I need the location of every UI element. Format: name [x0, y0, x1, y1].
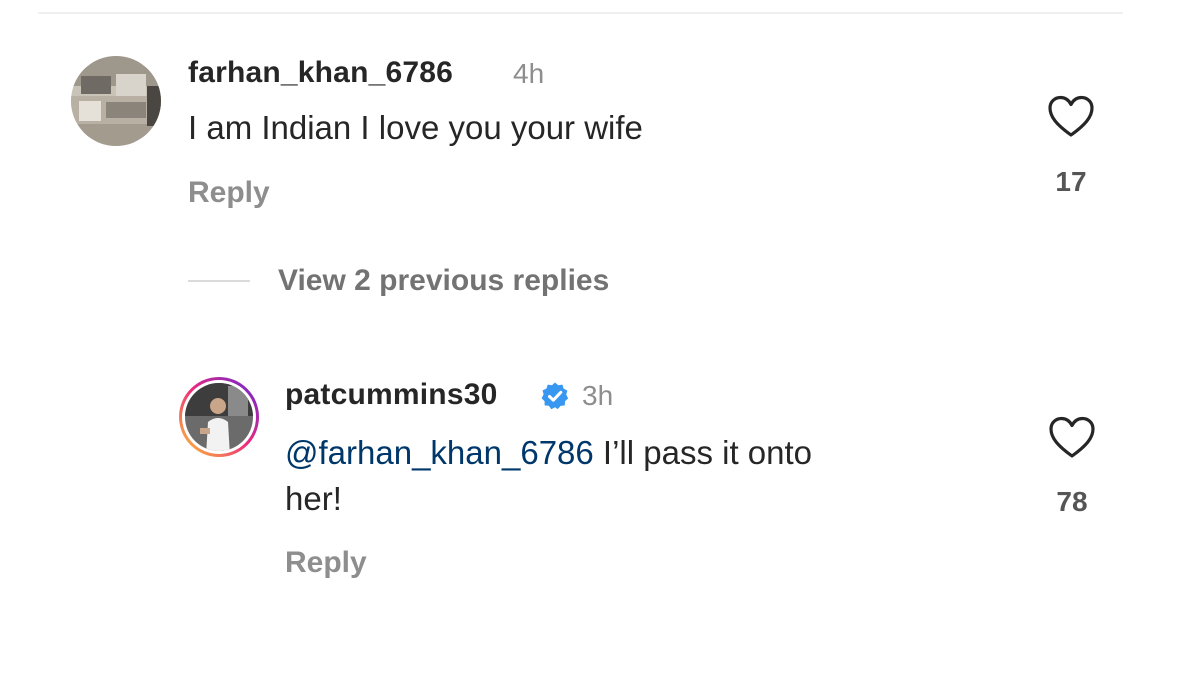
view-previous-replies-button[interactable]: View 2 previous replies	[188, 258, 609, 304]
comment-timestamp: 3h	[582, 380, 614, 411]
avatar-patcummins[interactable]	[178, 376, 260, 458]
comment-timestamp: 4h	[513, 58, 545, 89]
heart-outline-icon	[1048, 95, 1094, 137]
verified-badge-icon	[540, 381, 570, 411]
comment-text-line2: her!	[285, 480, 342, 517]
like-button[interactable]	[1048, 416, 1096, 460]
comments-thread: farhan_khan_6786 4h I am Indian I love y…	[0, 0, 1200, 675]
like-count: 17	[1055, 166, 1087, 197]
like-button[interactable]	[1047, 95, 1095, 139]
like-count: 78	[1056, 486, 1088, 517]
heart-outline-icon	[1049, 416, 1095, 458]
view-replies-label: View 2 previous replies	[278, 264, 610, 297]
mention-link[interactable]: @farhan_khan_6786	[285, 434, 594, 471]
reply-button[interactable]: Reply	[285, 546, 367, 580]
replies-divider-line	[188, 280, 250, 282]
comment-username[interactable]: patcummins30	[285, 378, 497, 412]
comment-text-line1: I’ll pass it onto	[593, 434, 813, 471]
reply-button[interactable]: Reply	[188, 176, 270, 210]
divider	[38, 12, 1123, 14]
comment-text: I am Indian I love you your wife	[188, 109, 643, 146]
comment-username[interactable]: farhan_khan_6786	[188, 56, 453, 90]
comment-text: @farhan_khan_6786 I’ll pass it onto her!	[285, 430, 1005, 522]
avatar-farhan[interactable]	[71, 56, 161, 146]
